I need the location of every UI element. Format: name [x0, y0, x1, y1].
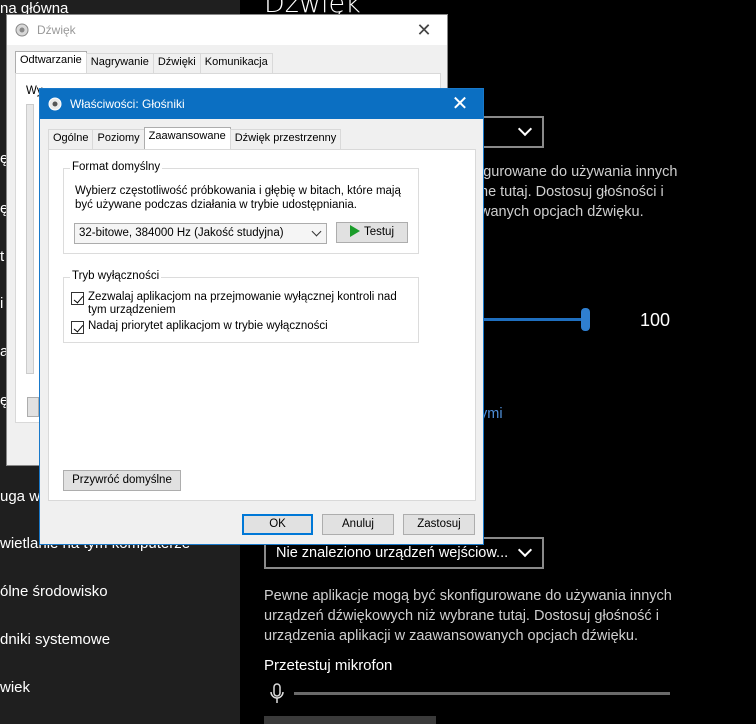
- device-list[interactable]: [26, 104, 34, 374]
- sound-dialog-tabs: Odtwarzanie Nagrywanie Dźwięki Komunikac…: [15, 51, 273, 73]
- apply-button[interactable]: Zastosuj: [403, 514, 475, 535]
- tab-communication[interactable]: Komunikacja: [199, 53, 273, 73]
- output-description-line: ne tutaj. Dostosuj głośności i: [480, 184, 664, 200]
- tab-levels[interactable]: Poziomy: [92, 129, 145, 149]
- format-dropdown-value: 32-bitowe, 384000 Hz (Jakość studyjna): [79, 227, 284, 239]
- input-description-line: Pewne aplikacje mogą być skonfigurowane …: [264, 588, 672, 604]
- test-button-label: Testuj: [363, 226, 395, 238]
- microphone-icon: [270, 683, 284, 703]
- close-icon[interactable]: ✕: [401, 15, 447, 45]
- exclusive-priority-label: Nadaj priorytet aplikacjom w trybie wyłą…: [88, 320, 328, 332]
- volume-slider-thumb[interactable]: [581, 308, 590, 331]
- input-description-line: urządzenia aplikacji w zaawansowanych op…: [264, 628, 638, 644]
- format-description-line1: Wybierz częstotliwość próbkowania i głęb…: [75, 185, 401, 197]
- checkbox-checked-icon[interactable]: [71, 292, 84, 305]
- chevron-down-icon: [517, 542, 533, 558]
- tab-playback[interactable]: Odtwarzanie: [15, 51, 87, 73]
- restore-defaults-button[interactable]: Przywróć domyślne: [63, 470, 181, 491]
- allow-exclusive-label-line1: Zezwalaj aplikacjom na przejmowanie wyłą…: [88, 291, 397, 303]
- format-description-line2: być używane podczas działania w trybie u…: [75, 199, 357, 211]
- test-button[interactable]: Testuj: [336, 222, 408, 243]
- allow-exclusive-label-line2: tym urządzeniem: [88, 304, 176, 316]
- troubleshoot-button[interactable]: [264, 716, 436, 724]
- allow-exclusive-control-option[interactable]: Zezwalaj aplikacjom na przejmowanie wyłą…: [71, 291, 397, 317]
- exclusive-mode-label: Tryb wyłączności: [70, 270, 162, 282]
- properties-titlebar[interactable]: Właściwości: Głośniki ✕: [40, 89, 483, 119]
- sound-dialog-titlebar[interactable]: Dźwięk ✕: [7, 15, 447, 45]
- exclusive-mode-group: Tryb wyłączności Zezwalaj aplikacjom na …: [63, 270, 419, 343]
- properties-title: Właściwości: Głośniki: [70, 97, 185, 111]
- tab-sounds[interactable]: Dźwięki: [152, 53, 201, 73]
- output-description-line: igurowane do używania innych: [480, 164, 678, 180]
- default-format-label: Format domyślny: [70, 161, 163, 173]
- sound-dialog-title: Dźwięk: [37, 23, 76, 37]
- close-icon[interactable]: ✕: [437, 89, 483, 119]
- chevron-down-icon: [311, 226, 322, 237]
- input-description-line: urządzeń dźwiękowych niż wybrane tutaj. …: [264, 608, 659, 624]
- input-device-value: Nie znaleziono urządzeń wejściow...: [276, 545, 509, 561]
- master-volume-slider[interactable]: [478, 318, 586, 321]
- cancel-button[interactable]: Anuluj: [322, 514, 394, 535]
- tab-recording[interactable]: Nagrywanie: [85, 53, 154, 73]
- tab-spatial-sound[interactable]: Dźwięk przestrzenny: [229, 129, 342, 149]
- output-description-line: wanych opcjach dźwięku.: [480, 204, 644, 220]
- chevron-down-icon: [517, 121, 533, 137]
- tab-advanced[interactable]: Zaawansowane: [143, 127, 231, 149]
- microphone-level-meter: [294, 692, 670, 695]
- advanced-panel: Format domyślny Wybierz częstotliwość pr…: [48, 149, 476, 501]
- properties-tabs: Ogólne Poziomy Zaawansowane Dźwięk przes…: [48, 127, 342, 149]
- sidebar-item-fragment[interactable]: t: [0, 248, 4, 265]
- sidebar-item-fragment[interactable]: wiek: [0, 679, 30, 696]
- format-dropdown[interactable]: 32-bitowe, 384000 Hz (Jakość studyjna): [74, 223, 327, 244]
- speaker-properties-dialog: Właściwości: Głośniki ✕ Ogólne Poziomy Z…: [39, 88, 484, 545]
- configure-button[interactable]: [27, 397, 39, 417]
- speaker-icon: [48, 97, 62, 111]
- tab-general[interactable]: Ogólne: [48, 129, 94, 149]
- sidebar-item-system-components[interactable]: dniki systemowe: [0, 631, 110, 648]
- checkbox-checked-icon[interactable]: [71, 321, 84, 334]
- ok-button[interactable]: OK: [242, 514, 313, 535]
- exclusive-priority-option[interactable]: Nadaj priorytet aplikacjom w trybie wyłą…: [71, 320, 328, 334]
- speaker-icon: [15, 23, 29, 37]
- test-microphone-label: Przetestuj mikrofon: [264, 657, 393, 674]
- sidebar-item-shared-experiences[interactable]: ólne środowisko: [0, 583, 108, 600]
- play-icon: [349, 224, 360, 237]
- sidebar-item-fragment[interactable]: uga w: [0, 488, 40, 505]
- sidebar-item-fragment[interactable]: i: [0, 295, 3, 312]
- volume-value: 100: [640, 310, 671, 330]
- default-format-group: Format domyślny Wybierz częstotliwość pr…: [63, 161, 419, 254]
